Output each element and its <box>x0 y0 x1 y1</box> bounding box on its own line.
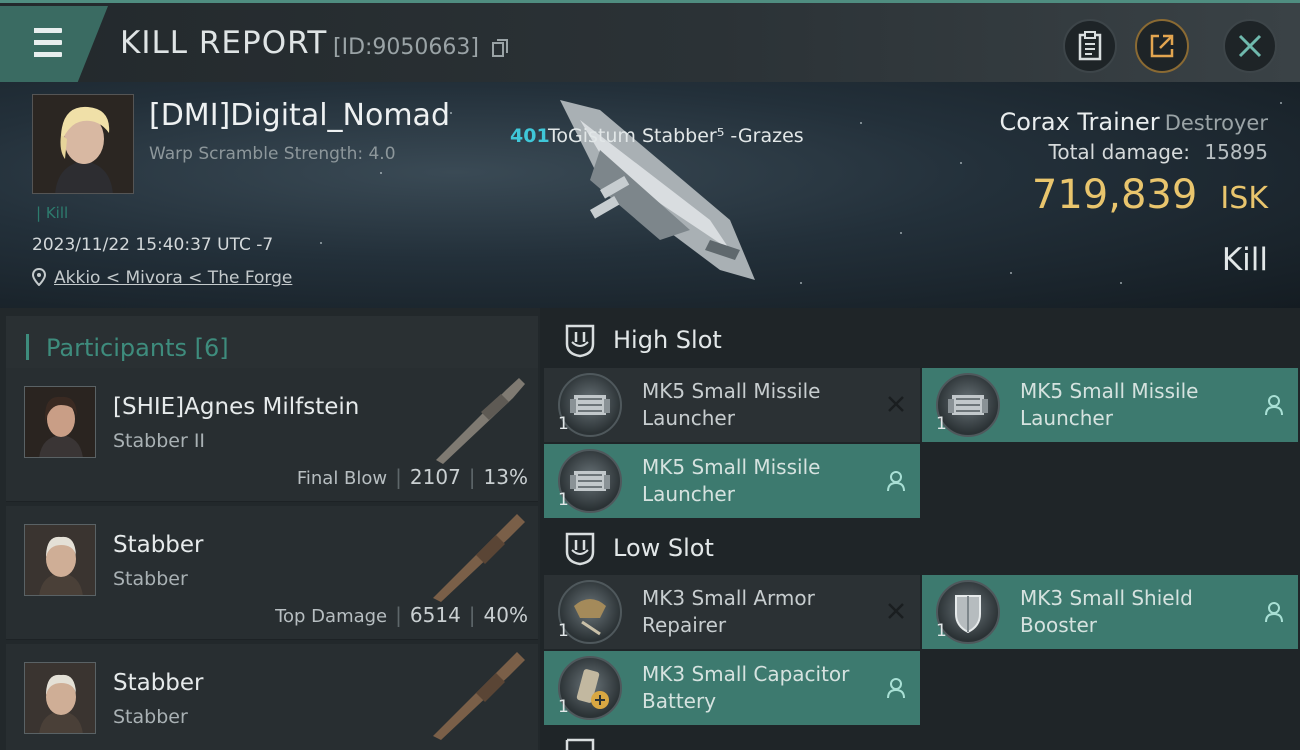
kill-datetime: 2023/11/22 15:40:37 UTC -7 <box>32 235 274 255</box>
ship-info: Corax Trainer Destroyer <box>1000 108 1268 136</box>
report-id: [ID:9050663] <box>333 35 479 60</box>
participant-name: Stabber <box>113 670 204 696</box>
warp-scramble: Warp Scramble Strength: 4.0 <box>149 144 396 164</box>
clipboard-icon <box>1078 31 1102 61</box>
module-name: MK5 Small Missile Launcher <box>642 379 821 430</box>
module-quantity: 1 <box>936 621 947 641</box>
total-damage: Total damage: 15895 <box>1049 140 1268 164</box>
kill-location[interactable]: Akkio < Mivora < The Forge <box>54 268 292 288</box>
target-number: 401 <box>510 125 550 147</box>
participant-row[interactable]: [SHIE]Agnes Milfstein Stabber II Final B… <box>6 368 538 502</box>
ship-class: Destroyer <box>1164 111 1268 135</box>
module-item[interactable]: 1 MK3 Small Shield Booster <box>922 575 1298 649</box>
ship-name[interactable]: Corax Trainer <box>1000 108 1160 136</box>
result-label: Kill <box>1221 242 1268 278</box>
isk-amount: 719,839 <box>1031 172 1198 218</box>
ship-image <box>560 100 755 280</box>
avatar[interactable] <box>24 524 96 596</box>
close-button[interactable] <box>1223 19 1277 73</box>
high-slot-title: High Slot <box>613 326 722 354</box>
module-quantity: 1 <box>558 621 569 641</box>
module-name: MK3 Small Armor Repairer <box>642 586 815 637</box>
module-name: MK5 Small Missile Launcher <box>1020 379 1199 430</box>
participant-ship: Stabber <box>113 568 188 590</box>
participant-ship: Stabber <box>113 706 188 728</box>
page-title: KILL REPORT <box>120 25 328 61</box>
module-item[interactable]: 1 MK5 Small Missile Launcher <box>544 444 920 518</box>
mid-slot-icon <box>565 738 595 750</box>
participant-tag: Final Blow <box>296 468 388 489</box>
clipboard-button[interactable] <box>1063 19 1117 73</box>
low-slot-title: Low Slot <box>613 534 714 562</box>
module-name: MK3 Small Capacitor Battery <box>642 662 850 713</box>
share-icon <box>1150 34 1174 58</box>
avatar[interactable] <box>24 662 96 734</box>
destroyed-icon <box>888 603 904 619</box>
kill-tag: | Kill <box>36 204 69 222</box>
isk-unit: ISK <box>1220 181 1268 216</box>
participant-damage: 2107 <box>409 465 461 489</box>
avatar[interactable] <box>24 386 96 458</box>
module-item[interactable]: 1 MK5 Small Missile Launcher <box>544 368 920 442</box>
victim-portrait[interactable] <box>32 94 134 194</box>
low-slot-icon <box>565 532 595 566</box>
weapon-icon <box>433 514 525 602</box>
participant-stats: Top Damage | 6514 | 40% <box>275 603 528 627</box>
module-item[interactable]: 1 MK3 Small Armor Repairer <box>544 575 920 649</box>
participant-percent: 40% <box>483 603 528 627</box>
header-bar: KILL REPORT [ID:9050663] <box>0 0 1300 82</box>
weapon-icon <box>436 378 525 464</box>
participant-tag: Top Damage <box>275 606 388 627</box>
fitting-panel: High Slot 1 MK5 Small Missile Launcher 1… <box>540 308 1300 750</box>
module-name: MK3 Small Shield Booster <box>1020 586 1193 637</box>
participant-name: [SHIE]Agnes Milfstein <box>113 394 360 420</box>
total-damage-label: Total damage: <box>1048 140 1191 164</box>
participants-panel: Participants [6] [SHIE]Agnes Milfstein S… <box>0 308 540 750</box>
destroyed-icon <box>888 396 904 412</box>
module-name: MK5 Small Missile Launcher <box>642 455 821 506</box>
participant-row[interactable]: Stabber Stabber Top Damage | 6514 | 40% <box>6 506 538 640</box>
module-item[interactable]: 1 MK3 Small Capacitor Battery <box>544 651 920 725</box>
module-quantity: 1 <box>558 414 569 434</box>
module-quantity: 1 <box>936 414 947 434</box>
module-quantity: 1 <box>558 697 569 717</box>
participants-title: Participants [6] <box>46 334 229 362</box>
victim-hero: [DMI]Digital_Nomad Warp Scramble Strengt… <box>0 82 1300 308</box>
module-item[interactable]: 1 MK5 Small Missile Launcher <box>922 368 1298 442</box>
share-button[interactable] <box>1135 19 1189 73</box>
high-slot-header: High Slot <box>540 310 1300 370</box>
copy-icon[interactable] <box>492 39 508 57</box>
victim-name[interactable]: [DMI]Digital_Nomad <box>149 98 450 133</box>
participant-row[interactable]: Stabber Stabber <box>6 644 538 750</box>
participant-stats: Final Blow | 2107 | 13% <box>296 465 528 489</box>
participant-percent: 13% <box>483 465 528 489</box>
participant-damage: 6514 <box>409 603 461 627</box>
dropped-user-icon <box>1265 395 1283 416</box>
target-name: ToGistum Stabber⁵ -Grazes <box>548 125 804 147</box>
isk-value: 719,839 ISK <box>1032 172 1268 218</box>
high-slot-icon <box>565 324 595 358</box>
location-pin-icon <box>32 268 46 286</box>
participant-ship: Stabber II <box>113 430 206 452</box>
low-slot-header: Low Slot <box>540 518 1300 578</box>
menu-button[interactable] <box>0 6 108 82</box>
dropped-user-icon <box>887 678 905 699</box>
menu-icon <box>26 28 62 58</box>
total-damage-value: 15895 <box>1204 140 1268 164</box>
participant-name: Stabber <box>113 532 204 558</box>
dropped-user-icon <box>1265 602 1283 623</box>
participants-header: Participants [6] <box>6 316 538 374</box>
weapon-icon <box>433 652 525 740</box>
close-icon <box>1238 34 1262 58</box>
module-quantity: 1 <box>558 490 569 510</box>
dropped-user-icon <box>887 471 905 492</box>
